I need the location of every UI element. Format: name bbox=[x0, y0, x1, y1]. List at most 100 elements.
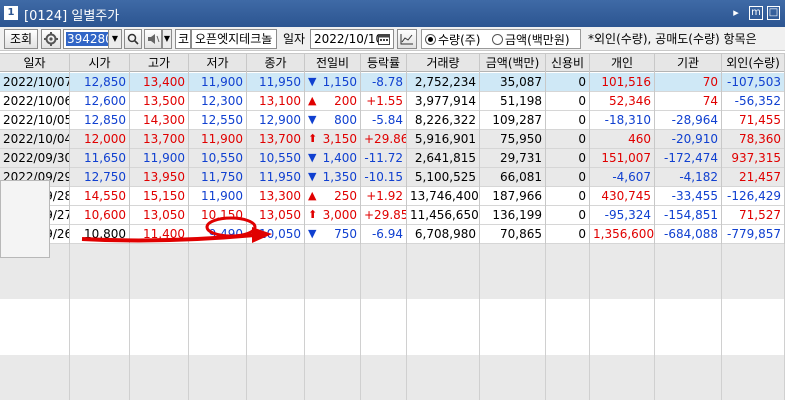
grid-column-line bbox=[188, 244, 189, 400]
query-button[interactable]: 조회 bbox=[4, 29, 38, 49]
change-value: 750 bbox=[334, 227, 357, 241]
cell-rate: -6.94 bbox=[361, 225, 407, 244]
cell-high: 15,150 bbox=[130, 187, 189, 206]
cell-change: ▼ 1,400 bbox=[305, 149, 361, 168]
chart-icon[interactable] bbox=[397, 29, 417, 49]
column-header-date[interactable]: 일자 bbox=[0, 54, 70, 73]
table-row[interactable]: 2022/09/2610,80011,4009,49010,050▼750-6.… bbox=[0, 225, 785, 244]
cell-foreign: -56,352 bbox=[722, 92, 785, 111]
grid-header: 일자 시가 고가 저가 종가 전일비 등락률 거래량 금액(백만) 신용비 개인 기관 외인(수량) bbox=[0, 53, 785, 73]
column-header-low[interactable]: 저가 bbox=[189, 54, 247, 73]
cell-change: ▼ 1,150 bbox=[305, 73, 361, 92]
column-header-foreign[interactable]: 외인(수량) bbox=[722, 54, 785, 73]
change-value: 800 bbox=[334, 113, 357, 127]
cell-credit: 0 bbox=[546, 130, 590, 149]
cell-volume: 3,977,914 bbox=[407, 92, 480, 111]
app-icon: 1 bbox=[4, 6, 18, 20]
cell-low: 10,550 bbox=[189, 149, 247, 168]
cell-close: 11,950 bbox=[247, 73, 305, 92]
down-triangle-icon: ▼ bbox=[308, 75, 317, 88]
column-header-volume[interactable]: 거래량 bbox=[407, 54, 480, 73]
radio-amount[interactable]: 금액(백만원) bbox=[492, 30, 570, 50]
cell-individual: 460 bbox=[590, 130, 655, 149]
cell-volume: 8,226,322 bbox=[407, 111, 480, 130]
cell-rate: -11.72 bbox=[361, 149, 407, 168]
table-row[interactable]: 2022/09/30 11,650 11,900 10,550 10,550 ▼ 1,400… bbox=[0, 149, 785, 168]
date-field[interactable]: 2022/10/10 bbox=[310, 29, 394, 49]
table-row[interactable]: 2022/10/07 12,850 13,400 11,900 11,950 ▼ 1,150… bbox=[0, 73, 785, 92]
column-header-institution[interactable]: 기관 bbox=[655, 54, 722, 73]
cell-open: 10,800 bbox=[70, 225, 130, 244]
radio-amount-dot bbox=[492, 34, 503, 45]
cell-open: 12,000 bbox=[70, 130, 130, 149]
speaker-icon[interactable] bbox=[144, 29, 162, 49]
grid-column-line bbox=[479, 244, 480, 400]
column-header-rate[interactable]: 등락률 bbox=[361, 54, 407, 73]
cell-change: ⬆ 3,000 bbox=[305, 206, 361, 225]
cell-rate: -5.84 bbox=[361, 111, 407, 130]
cell-low: 11,900 bbox=[189, 73, 247, 92]
cell-high: 13,700 bbox=[130, 130, 189, 149]
code-dropdown-button[interactable]: ▼ bbox=[108, 29, 122, 49]
change-value: 3,150 bbox=[322, 132, 357, 146]
cell-date: 2022/10/04 bbox=[0, 130, 70, 149]
table-row[interactable]: 2022/09/2710,60013,05010,15013,050⬆3,000… bbox=[0, 206, 785, 225]
column-header-amount[interactable]: 금액(백만) bbox=[480, 54, 546, 73]
cell-foreign: -107,503 bbox=[722, 73, 785, 92]
cell-high: 13,950 bbox=[130, 168, 189, 187]
cell-volume: 2,641,815 bbox=[407, 149, 480, 168]
date-label: 일자 bbox=[283, 32, 306, 46]
cell-amount: 51,198 bbox=[480, 92, 546, 111]
cell-open: 12,750 bbox=[70, 168, 130, 187]
cell-close: 13,700 bbox=[247, 130, 305, 149]
stock-code-value: 394280 bbox=[66, 32, 113, 46]
cell-low: 11,750 bbox=[189, 168, 247, 187]
grid-column-line bbox=[129, 244, 130, 400]
cell-credit: 0 bbox=[546, 111, 590, 130]
unit-radio-group: 수량(주) 금액(백만원) bbox=[421, 29, 581, 49]
cell-low: 12,300 bbox=[189, 92, 247, 111]
window-title: [0124] 일별주가 bbox=[24, 9, 120, 24]
maximize-button[interactable]: □ bbox=[767, 6, 780, 20]
column-header-change[interactable]: 전일비 bbox=[305, 54, 361, 73]
column-header-credit[interactable]: 신용비 bbox=[546, 54, 590, 73]
column-header-close[interactable]: 종가 bbox=[247, 54, 305, 73]
column-header-open[interactable]: 시가 bbox=[70, 54, 130, 73]
grid-column-line bbox=[246, 244, 247, 400]
speaker-dropdown-button[interactable]: ▼ bbox=[162, 29, 172, 49]
table-row[interactable]: 2022/09/2814,55015,15011,90013,300▲250+1… bbox=[0, 187, 785, 206]
column-header-individual[interactable]: 개인 bbox=[590, 54, 655, 73]
limit-up-arrow-icon: ⬆ bbox=[308, 132, 318, 145]
cell-open: 14,550 bbox=[70, 187, 130, 206]
down-triangle-icon: ▼ bbox=[308, 227, 317, 240]
search-icon[interactable] bbox=[124, 29, 142, 49]
cell-close: 10,550 bbox=[247, 149, 305, 168]
cell-credit: 0 bbox=[546, 187, 590, 206]
cell-rate: +29.85 bbox=[361, 206, 407, 225]
gear-icon[interactable] bbox=[41, 29, 61, 49]
grid-column-line bbox=[360, 244, 361, 400]
calendar-icon[interactable] bbox=[378, 33, 390, 45]
cell-institution: -33,455 bbox=[655, 187, 722, 206]
menu-m-button[interactable]: m bbox=[749, 6, 763, 20]
cell-date: 2022/10/06 bbox=[0, 92, 70, 111]
cell-amount: 29,731 bbox=[480, 149, 546, 168]
table-row[interactable]: 2022/10/06 12,600 13,500 12,300 13,100 ▲ 200 +1… bbox=[0, 92, 785, 111]
down-triangle-icon: ▼ bbox=[308, 170, 317, 183]
cell-volume: 2,752,234 bbox=[407, 73, 480, 92]
cell-volume: 13,746,400 bbox=[407, 187, 480, 206]
table-row[interactable]: 2022/10/05 12,850 14,300 12,550 12,900 ▼ 800 -5… bbox=[0, 111, 785, 130]
change-value: 200 bbox=[334, 94, 357, 108]
toolbar: 조회 394280 ▼ ▼ 코 오픈엣지테크놀 일자 2022/10/10 수량… bbox=[0, 27, 785, 51]
cell-individual: 101,516 bbox=[590, 73, 655, 92]
cell-amount: 70,865 bbox=[480, 225, 546, 244]
cell-low: 10,150 bbox=[189, 206, 247, 225]
column-header-high[interactable]: 고가 bbox=[130, 54, 189, 73]
table-row[interactable]: 2022/10/04 12,000 13,700 11,900 13,700 ⬆ 3,150… bbox=[0, 130, 785, 149]
cell-individual: -95,324 bbox=[590, 206, 655, 225]
cell-credit: 0 bbox=[546, 225, 590, 244]
table-row[interactable]: 2022/09/29 12,750 13,950 11,750 11,950 ▼ 1,350… bbox=[0, 168, 785, 187]
stock-code-input[interactable]: 394280 bbox=[63, 29, 113, 49]
expand-arrow-icon[interactable]: ▸ bbox=[729, 6, 743, 20]
radio-volume[interactable]: 수량(주) bbox=[425, 30, 480, 50]
